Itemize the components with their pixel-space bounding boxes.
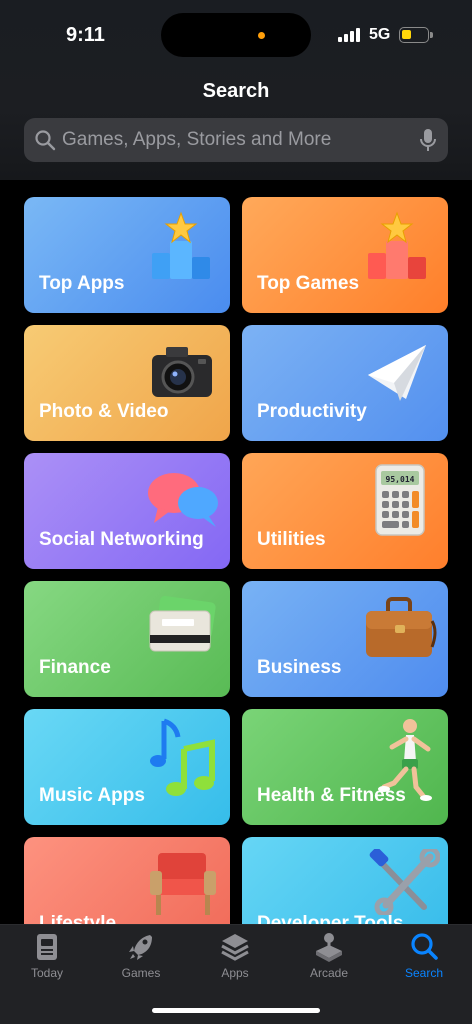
category-label: Lifestyle (39, 913, 117, 924)
tab-label: Today (30, 966, 64, 980)
header: 9:11 5G Search Games, Apps, Stories and … (0, 0, 472, 180)
tab-label: Search (404, 966, 444, 980)
privacy-indicator-dot (258, 32, 265, 39)
category-business[interactable]: Business (242, 581, 448, 697)
search-placeholder: Games, Apps, Stories and More (62, 129, 332, 150)
camera-icon (152, 347, 212, 397)
armchair-icon (150, 853, 216, 915)
category-label: Social Networking (39, 529, 204, 550)
tab-search[interactable]: Search (384, 931, 464, 991)
network-type: 5G (369, 26, 391, 43)
category-label: Music Apps (39, 785, 145, 806)
category-label: Utilities (257, 529, 326, 550)
category-finance[interactable]: Finance (24, 581, 230, 697)
page-title: Search (202, 80, 270, 102)
magnifier-icon (35, 130, 56, 151)
category-health-fitness[interactable]: Health & Fitness (242, 709, 448, 825)
tab-games[interactable]: Games (101, 931, 181, 991)
status-time: 9:11 (66, 24, 105, 46)
category-label: Top Games (257, 273, 360, 294)
rocket-icon (129, 935, 152, 960)
apps-stack-icon (221, 934, 249, 961)
tab-apps[interactable]: Apps (195, 931, 275, 991)
category-label: Developer Tools (257, 913, 404, 924)
search-field[interactable]: Games, Apps, Stories and More (24, 118, 448, 162)
category-label: Health & Fitness (257, 785, 406, 806)
tools-icon (369, 849, 440, 915)
category-grid: Top Apps Top Games Photo & Video Product… (0, 180, 472, 924)
battery-icon (399, 27, 429, 43)
category-music-apps[interactable]: Music Apps (24, 709, 230, 825)
category-label: Photo & Video (39, 401, 169, 422)
category-social-networking[interactable]: Social Networking (24, 453, 230, 569)
category-developer-tools[interactable]: Developer Tools (242, 837, 448, 924)
joystick-icon (316, 933, 342, 962)
tab-arcade[interactable]: Arcade (289, 931, 369, 991)
credit-card-icon (149, 595, 216, 652)
tab-label: Apps (221, 966, 249, 980)
cellular-signal-icon (338, 28, 362, 42)
category-utilities[interactable]: 95,014 Utilities (242, 453, 448, 569)
dynamic-island (161, 13, 311, 57)
category-top-games[interactable]: Top Games (242, 197, 448, 313)
category-lifestyle[interactable]: Lifestyle (24, 837, 230, 924)
category-label: Finance (39, 657, 111, 678)
today-icon (37, 934, 57, 960)
battery-cap (430, 32, 433, 38)
search-icon (411, 933, 438, 960)
tab-label: Arcade (309, 966, 349, 980)
microphone-icon[interactable] (419, 128, 437, 152)
category-label: Top Apps (39, 273, 125, 294)
category-top-apps[interactable]: Top Apps (24, 197, 230, 313)
tab-label: Games (121, 966, 161, 980)
status-bar: 9:11 5G (0, 0, 472, 70)
category-label: Business (257, 657, 342, 678)
home-indicator[interactable] (152, 1008, 320, 1013)
category-productivity[interactable]: Productivity (242, 325, 448, 441)
tab-today[interactable]: Today (7, 931, 87, 991)
calculator-display: 95,014 (386, 475, 415, 484)
category-label: Productivity (257, 401, 367, 422)
speech-bubbles-icon (148, 473, 218, 527)
category-photo-video[interactable]: Photo & Video (24, 325, 230, 441)
